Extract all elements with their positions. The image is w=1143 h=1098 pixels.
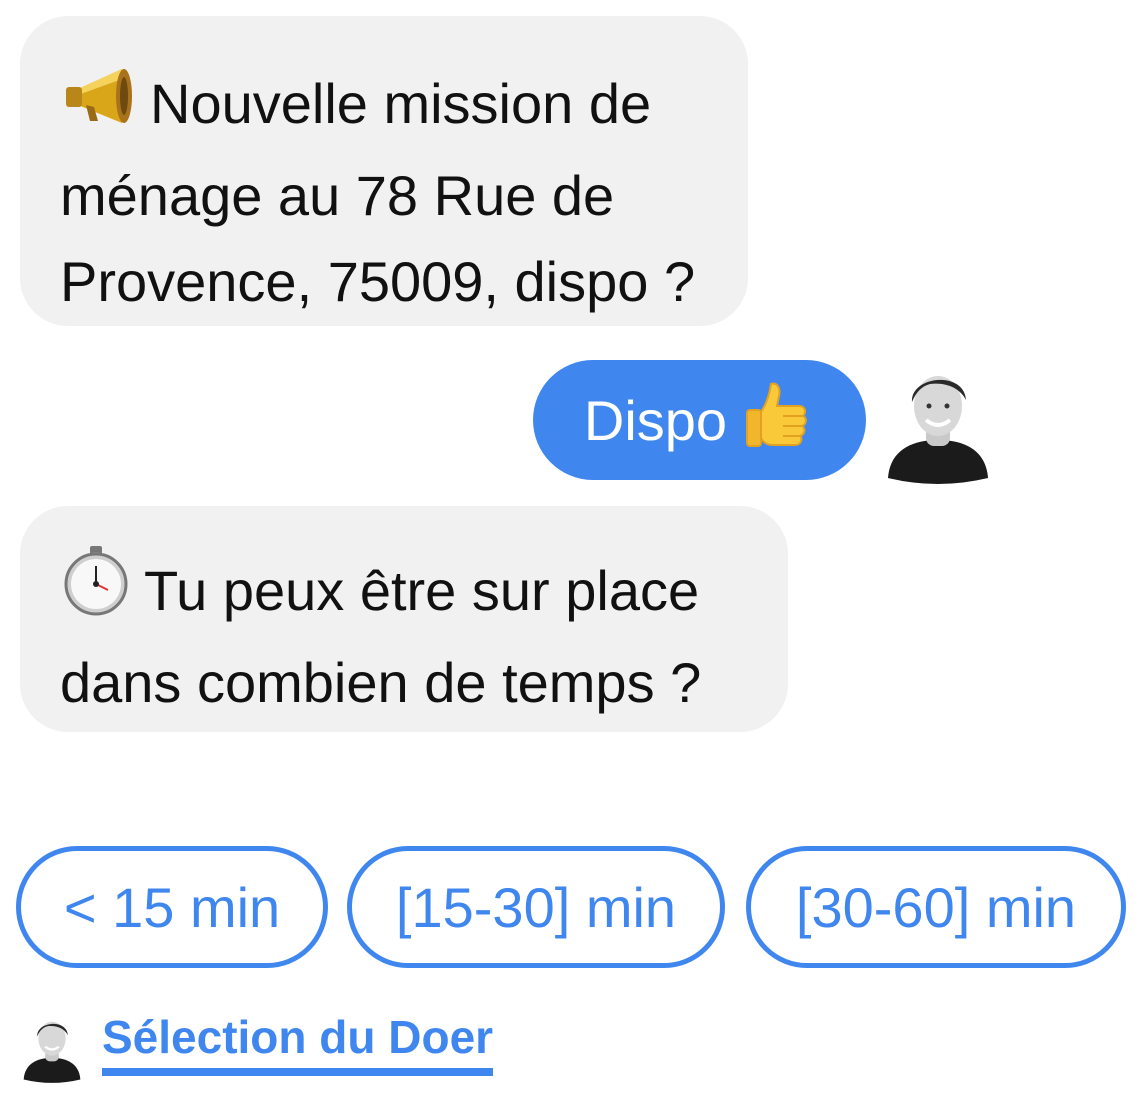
doer-selection-link[interactable]: Sélection du Doer [102, 1010, 494, 1076]
message-line: ménage au 78 Rue de [60, 164, 615, 227]
user-message-text: Dispo [583, 388, 728, 452]
user-message-bubble: Dispo [533, 360, 866, 480]
avatar [20, 1016, 84, 1084]
quick-reply-button[interactable]: < 15 min [16, 846, 328, 968]
avatar [884, 366, 992, 486]
bot-message-bubble: Nouvelle mission de ménage au 78 Rue de … [20, 16, 748, 326]
message-line: Provence, 75009, dispo ? [60, 250, 696, 313]
quick-reply-button[interactable]: [15-30] min [347, 846, 725, 968]
thumbs-up-icon [743, 378, 815, 463]
stopwatch-icon [60, 544, 132, 640]
quick-reply-button[interactable]: [30-60] min [746, 846, 1126, 968]
message-line: dans combien de temps ? [60, 651, 702, 714]
bot-message-bubble: Tu peux être sur place dans combien de t… [20, 506, 788, 732]
message-line: Tu peux être sur place [144, 559, 700, 622]
megaphone-icon [60, 65, 138, 153]
message-line: Nouvelle mission de [150, 72, 652, 135]
